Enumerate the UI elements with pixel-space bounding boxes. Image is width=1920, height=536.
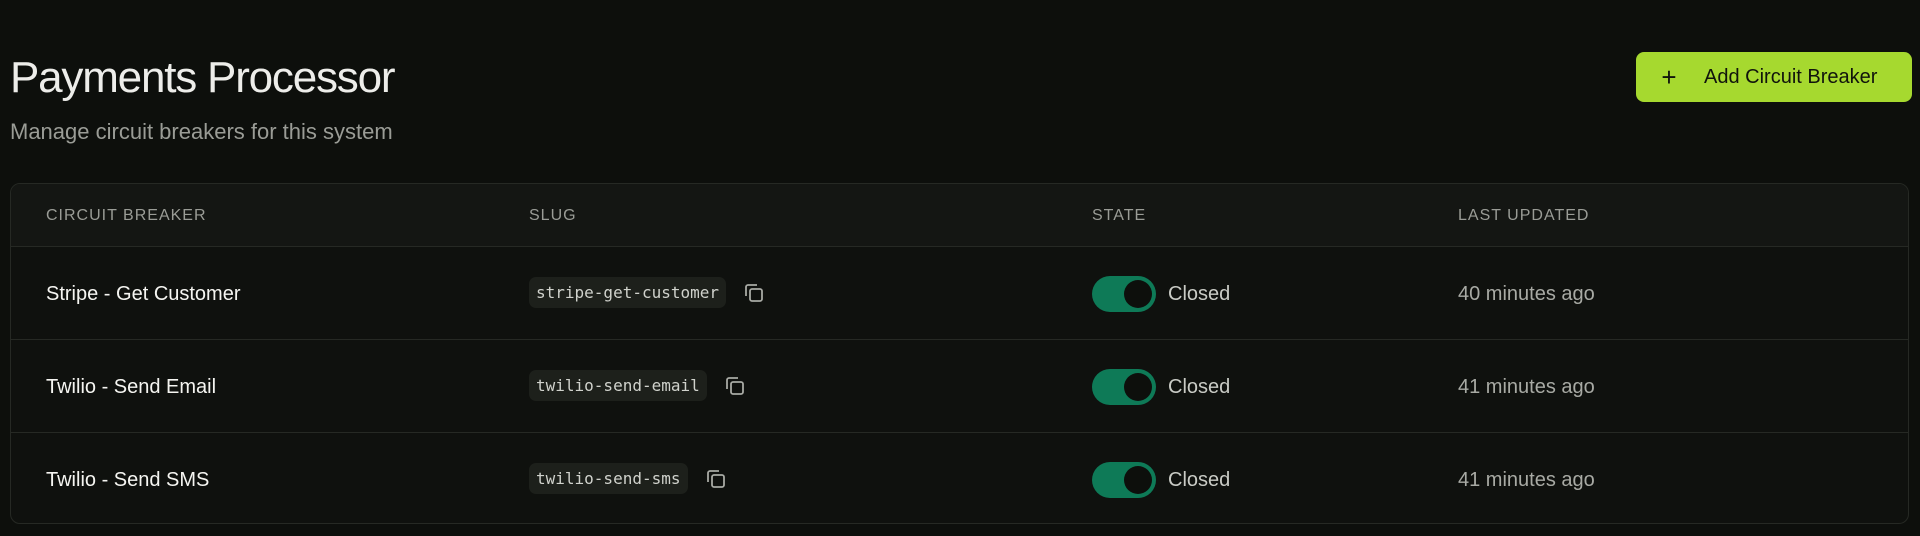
plus-icon: + (1661, 62, 1677, 92)
slug-code: twilio-send-email (529, 370, 707, 401)
slug-code: stripe-get-customer (529, 277, 727, 308)
copy-icon[interactable] (740, 279, 768, 307)
slug-code: twilio-send-sms (529, 463, 688, 494)
table-header: CIRCUIT BREAKER SLUG STATE LAST UPDATED (11, 184, 1908, 247)
column-header-slug: SLUG (529, 207, 577, 224)
state-cell: Closed (1092, 462, 1230, 498)
state-toggle[interactable] (1092, 276, 1156, 312)
slug-cell: stripe-get-customer (529, 277, 768, 308)
copy-icon[interactable] (721, 372, 749, 400)
last-updated: 41 minutes ago (1458, 469, 1595, 491)
column-header-state: STATE (1092, 207, 1147, 224)
state-label: Closed (1168, 283, 1231, 305)
page-subtitle: Manage circuit breakers for this system (10, 119, 393, 144)
circuit-breaker-name: Stripe - Get Customer (46, 283, 241, 305)
toggle-knob (1124, 373, 1152, 401)
toggle-knob (1124, 280, 1152, 308)
state-toggle[interactable] (1092, 462, 1156, 498)
column-header-last-updated: LAST UPDATED (1458, 207, 1590, 224)
column-header-circuit-breaker: CIRCUIT BREAKER (46, 207, 207, 224)
table-row[interactable]: Twilio - Send Email twilio-send-email Cl… (11, 340, 1908, 433)
page-header: Payments Processor Manage circuit breake… (10, 50, 396, 146)
state-cell: Closed (1092, 276, 1230, 312)
state-cell: Closed (1092, 369, 1230, 405)
page-title: Payments Processor (10, 53, 396, 102)
last-updated: 41 minutes ago (1458, 376, 1595, 398)
circuit-breaker-name: Twilio - Send SMS (46, 469, 210, 491)
state-toggle[interactable] (1092, 369, 1156, 405)
slug-cell: twilio-send-email (529, 370, 749, 401)
add-circuit-breaker-label: Add Circuit Breaker (1704, 65, 1878, 88)
circuit-breaker-name: Twilio - Send Email (46, 376, 217, 398)
page: Payments Processor Manage circuit breake… (0, 0, 1920, 536)
table-row[interactable]: Stripe - Get Customer stripe-get-custome… (11, 247, 1908, 340)
last-updated: 40 minutes ago (1458, 283, 1595, 305)
table-row[interactable]: Twilio - Send SMS twilio-send-sms Closed… (11, 433, 1908, 523)
state-label: Closed (1168, 469, 1231, 491)
copy-icon[interactable] (702, 465, 730, 493)
slug-cell: twilio-send-sms (529, 463, 730, 494)
toggle-knob (1124, 466, 1152, 494)
add-circuit-breaker-button[interactable]: + Add Circuit Breaker (1636, 52, 1912, 102)
circuit-breakers-table: CIRCUIT BREAKER SLUG STATE LAST UPDATED … (10, 183, 1909, 524)
state-label: Closed (1168, 376, 1231, 398)
